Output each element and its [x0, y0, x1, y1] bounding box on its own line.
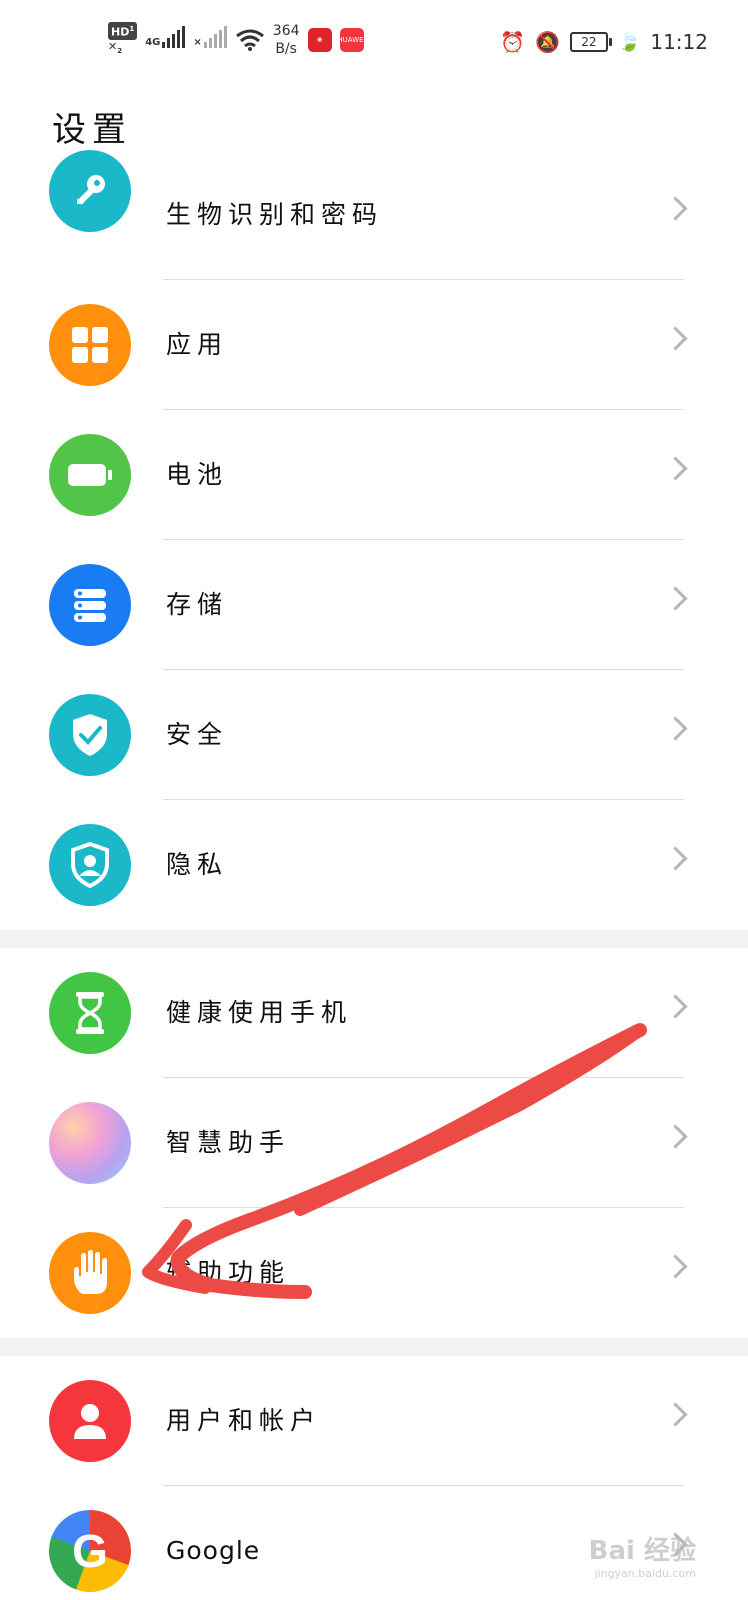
- cellular-signal-icon: 4G: [145, 26, 186, 48]
- settings-item-label: Google: [166, 1536, 261, 1565]
- key-icon: [49, 150, 131, 232]
- privacy-shield-icon: [49, 824, 131, 906]
- chevron-right-icon: [663, 1254, 688, 1279]
- settings-item-accessibility[interactable]: 辅助功能: [0, 1208, 748, 1338]
- settings-item-label: 辅助功能: [166, 1258, 291, 1287]
- settings-item-battery[interactable]: 电池: [0, 410, 748, 540]
- smart-assistant-icon: [49, 1102, 131, 1184]
- page-title: 设置: [52, 110, 132, 150]
- settings-item-label: 隐私: [166, 850, 229, 879]
- hourglass-icon: [49, 972, 131, 1054]
- mute-bell-icon: 🔕: [535, 30, 560, 54]
- leaf-icon: 🍃: [617, 31, 641, 53]
- chevron-right-icon: [663, 716, 688, 741]
- settings-item-label: 用户和帐户: [166, 1406, 322, 1435]
- settings-item-users-accounts[interactable]: 用户和帐户: [0, 1356, 748, 1486]
- status-bar: HD1 ✕2 4G × 364 B/s ❀ HUAWEI ⏰ 🔕 22 🍃 11…: [0, 0, 748, 80]
- apps-grid-icon: [49, 304, 131, 386]
- cellular-signal-2-icon: ×: [193, 26, 227, 48]
- wifi-icon: [235, 28, 265, 56]
- settings-item-security[interactable]: 安全: [0, 670, 748, 800]
- settings-item-smart-assistant[interactable]: 智慧助手: [0, 1078, 748, 1208]
- group-separator: [0, 1338, 748, 1356]
- huawei-app-icon: HUAWEI: [337, 28, 366, 52]
- clock: 11:12: [650, 30, 708, 54]
- settings-item-label: 生物识别和密码: [166, 200, 384, 229]
- chevron-right-icon: [663, 1124, 688, 1149]
- chevron-right-icon: [663, 456, 688, 481]
- settings-item-label: 健康使用手机: [166, 998, 353, 1027]
- settings-item-privacy[interactable]: 隐私: [0, 800, 748, 930]
- settings-group-1: 生物识别和密码 应用 电池 存储 安全 隐私: [0, 150, 748, 930]
- storage-icon: [49, 564, 131, 646]
- settings-item-label: 电池: [166, 460, 229, 489]
- notification-app-icon: ❀: [307, 28, 332, 52]
- chevron-right-icon: [663, 326, 688, 351]
- chevron-right-icon: [663, 586, 688, 611]
- settings-group-2: 健康使用手机 智慧助手 辅助功能: [0, 948, 748, 1338]
- network-speed: 364 B/s: [272, 23, 300, 57]
- battery-icon: [49, 434, 131, 516]
- chevron-right-icon: [663, 196, 688, 221]
- settings-item-biometrics[interactable]: 生物识别和密码: [0, 150, 748, 280]
- google-icon: G: [49, 1510, 131, 1592]
- hand-icon: [49, 1232, 131, 1314]
- battery-status-icon: 22: [569, 32, 612, 52]
- settings-item-apps[interactable]: 应用: [0, 280, 748, 410]
- watermark: Bai 经验 jingyan.baidu.com: [588, 1536, 696, 1580]
- user-icon: [49, 1380, 131, 1462]
- group-separator: [0, 930, 748, 948]
- chevron-right-icon: [663, 994, 688, 1019]
- settings-item-label: 安全: [166, 720, 229, 749]
- hd-voice-indicator: HD1 ✕2: [108, 22, 138, 58]
- chevron-right-icon: [663, 846, 688, 871]
- settings-item-storage[interactable]: 存储: [0, 540, 748, 670]
- chevron-right-icon: [663, 1402, 688, 1427]
- shield-check-icon: [49, 694, 131, 776]
- settings-item-label: 存储: [166, 590, 229, 619]
- settings-item-label: 应用: [166, 330, 229, 359]
- settings-item-label: 智慧助手: [166, 1128, 291, 1157]
- alarm-icon: ⏰: [500, 30, 526, 54]
- settings-item-digital-balance[interactable]: 健康使用手机: [0, 948, 748, 1078]
